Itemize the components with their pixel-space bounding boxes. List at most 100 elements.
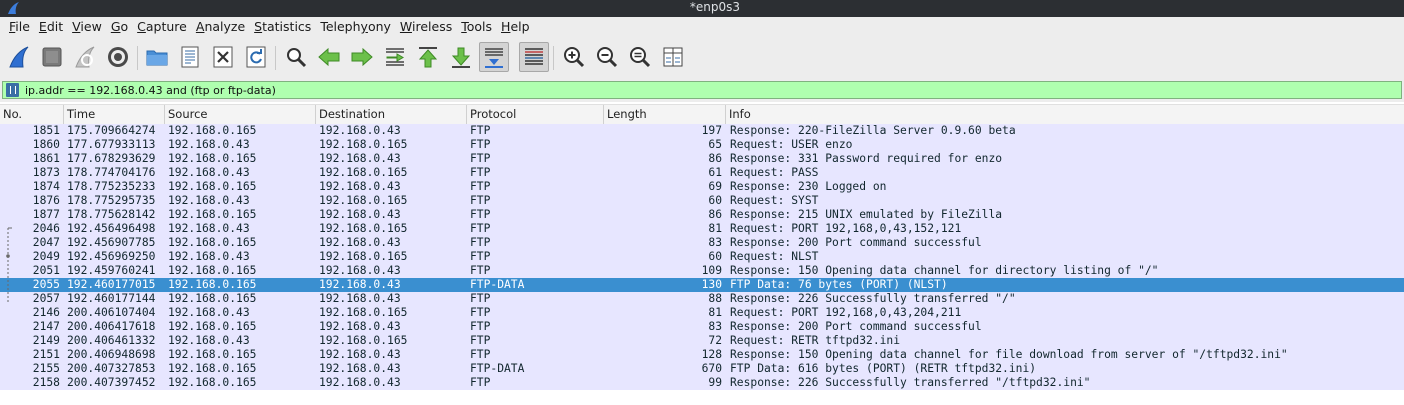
packet-info-cell: FTP Data: 616 bytes (PORT) (RETR tftpd32… <box>730 362 1037 375</box>
last-packet-button[interactable] <box>446 42 476 72</box>
table-row-selected[interactable]: 2055 192.460177015 192.168.0.165 192.168.0.… <box>0 278 1404 292</box>
packet-time-cell: 200.406417618 <box>67 320 156 333</box>
table-row[interactable]: 1873 178.774704176 192.168.0.43 192.168.0.1… <box>0 166 1404 180</box>
close-file-button[interactable] <box>208 42 238 72</box>
table-row[interactable]: 1860 177.677933113 192.168.0.43 192.168.0.1… <box>0 138 1404 152</box>
open-file-icon <box>146 50 168 66</box>
find-packet-button[interactable] <box>281 42 311 72</box>
packet-dst-cell: 192.168.0.165 <box>319 250 408 263</box>
table-row[interactable]: 2147 200.406417618 192.168.0.165 192.168.0.… <box>0 320 1404 334</box>
start-capture-button[interactable] <box>4 42 34 72</box>
table-row[interactable]: 2149 200.406461332 192.168.0.43 192.168.0.1… <box>0 334 1404 348</box>
title-bar: *enp0s3 <box>0 0 1404 17</box>
menu-view[interactable]: View <box>68 17 107 37</box>
packet-info-cell: Request: PORT 192,168,0,43,204,211 <box>730 306 962 319</box>
table-row[interactable]: 2049 192.456969250 192.168.0.43 192.168.0.1… <box>0 250 1404 264</box>
column-header-protocol[interactable]: Protocol <box>467 105 604 124</box>
packet-length-cell: 88 <box>708 292 722 305</box>
table-row[interactable]: 2158 200.407397452 192.168.0.165 192.168.0.… <box>0 376 1404 390</box>
resize-columns-button[interactable] <box>658 42 688 72</box>
packet-length-cell: 670 <box>701 362 722 375</box>
table-row[interactable]: 1877 178.775628142 192.168.0.165 192.168.0.… <box>0 208 1404 222</box>
table-row[interactable]: 2057 192.460177144 192.168.0.165 192.168.0.… <box>0 292 1404 306</box>
packet-dst-cell: 192.168.0.165 <box>319 166 408 179</box>
zoom-in-button[interactable] <box>559 42 589 72</box>
column-header-source[interactable]: Source <box>165 105 316 124</box>
go-back-icon <box>318 47 340 67</box>
menu-go[interactable]: Go <box>107 17 133 37</box>
packet-length-cell: 86 <box>708 152 722 165</box>
menu-edit[interactable]: Edit <box>35 17 68 37</box>
go-back-button[interactable] <box>314 42 344 72</box>
packet-time-cell: 192.459760241 <box>67 264 156 277</box>
zoom-out-button[interactable] <box>592 42 622 72</box>
packet-dst-cell: 192.168.0.165 <box>319 222 408 235</box>
menu-help[interactable]: Help <box>497 17 535 37</box>
packet-list: No. Time Source Destination Protocol Len… <box>0 104 1404 405</box>
go-forward-button[interactable] <box>347 42 377 72</box>
capture-options-button[interactable] <box>103 42 133 72</box>
first-packet-button[interactable] <box>413 42 443 72</box>
packet-time-cell: 200.406948698 <box>67 348 156 361</box>
file-set-button[interactable] <box>175 42 205 72</box>
packet-length-cell: 99 <box>708 376 722 389</box>
related-packets-indicator <box>6 227 12 304</box>
column-header-length[interactable]: Length <box>604 105 726 124</box>
restart-capture-button[interactable] <box>70 42 100 72</box>
table-row[interactable]: 2051 192.459760241 192.168.0.165 192.168.0.… <box>0 264 1404 278</box>
capture-options-icon <box>108 47 128 67</box>
packet-src-cell: 192.168.0.43 <box>168 306 250 319</box>
auto-scroll-button[interactable] <box>479 42 509 72</box>
column-header-destination[interactable]: Destination <box>316 105 467 124</box>
menu-analyze[interactable]: Analyze <box>192 17 250 37</box>
packet-rows: 1851 175.709664274 192.168.0.165 192.168.0.… <box>0 124 1404 390</box>
packet-no-cell: 2149 <box>32 334 60 347</box>
table-row[interactable]: 1874 178.775235233 192.168.0.165 192.168.0.… <box>0 180 1404 194</box>
packet-dst-cell: 192.168.0.43 <box>319 348 401 361</box>
packet-proto-cell: FTP <box>470 194 491 207</box>
table-row[interactable]: 1861 177.678293629 192.168.0.165 192.168.0.… <box>0 152 1404 166</box>
reload-file-button[interactable] <box>241 42 271 72</box>
packet-info-cell: FTP Data: 76 bytes (PORT) (NLST) <box>730 278 948 291</box>
packet-info-cell: Request: RETR tftpd32.ini <box>730 334 901 347</box>
packet-time-cell: 192.456496498 <box>67 222 156 235</box>
open-file-button[interactable] <box>142 42 172 72</box>
menu-capture[interactable]: Capture <box>133 17 192 37</box>
table-row[interactable]: 2146 200.406107404 192.168.0.43 192.168.0.1… <box>0 306 1404 320</box>
menu-tools[interactable]: Tools <box>457 17 497 37</box>
table-row[interactable]: 2047 192.456907785 192.168.0.165 192.168.0.… <box>0 236 1404 250</box>
normal-size-button[interactable] <box>625 42 655 72</box>
table-row[interactable]: 2155 200.407327853 192.168.0.165 192.168.0.… <box>0 362 1404 376</box>
toolbar-separator <box>137 46 138 70</box>
packet-src-cell: 192.168.0.165 <box>168 278 257 291</box>
column-header-info[interactable]: Info <box>726 105 1404 124</box>
column-header-time[interactable]: Time <box>64 105 165 124</box>
packet-src-cell: 192.168.0.43 <box>168 250 250 263</box>
colorize-button[interactable] <box>519 42 549 72</box>
filter-bookmark-icon[interactable] <box>6 83 19 97</box>
packet-time-cell: 192.460177015 <box>67 278 156 291</box>
menu-telephony[interactable]: Telephyony <box>316 17 396 37</box>
go-to-packet-button[interactable] <box>380 42 410 72</box>
close-file-icon <box>213 46 233 68</box>
table-row[interactable]: 2046 192.456496498 192.168.0.43 192.168.0.1… <box>0 222 1404 236</box>
packet-info-cell: Response: 230 Logged on <box>730 180 887 193</box>
packet-time-cell: 177.678293629 <box>67 152 156 165</box>
table-row[interactable]: 1851 175.709664274 192.168.0.165 192.168.0.… <box>0 124 1404 138</box>
packet-src-cell: 192.168.0.165 <box>168 376 257 389</box>
column-header-no[interactable]: No. <box>0 105 64 124</box>
packet-time-cell: 192.460177144 <box>67 292 156 305</box>
zoom-out-icon <box>597 47 618 68</box>
menu-file[interactable]: File <box>0 17 35 37</box>
table-row[interactable]: 1876 178.775295735 192.168.0.43 192.168.0.1… <box>0 194 1404 208</box>
stop-capture-button[interactable] <box>37 42 67 72</box>
packet-src-cell: 192.168.0.165 <box>168 152 257 165</box>
display-filter-bar <box>0 80 1404 102</box>
display-filter-input[interactable] <box>25 82 1395 98</box>
start-capture-icon <box>9 46 29 68</box>
menu-wireless[interactable]: Wireless <box>396 17 457 37</box>
table-row[interactable]: 2151 200.406948698 192.168.0.165 192.168.0.… <box>0 348 1404 362</box>
colorize-icon <box>525 48 543 65</box>
menu-statistics[interactable]: Statistics <box>250 17 316 37</box>
packet-proto-cell: FTP <box>470 124 491 137</box>
